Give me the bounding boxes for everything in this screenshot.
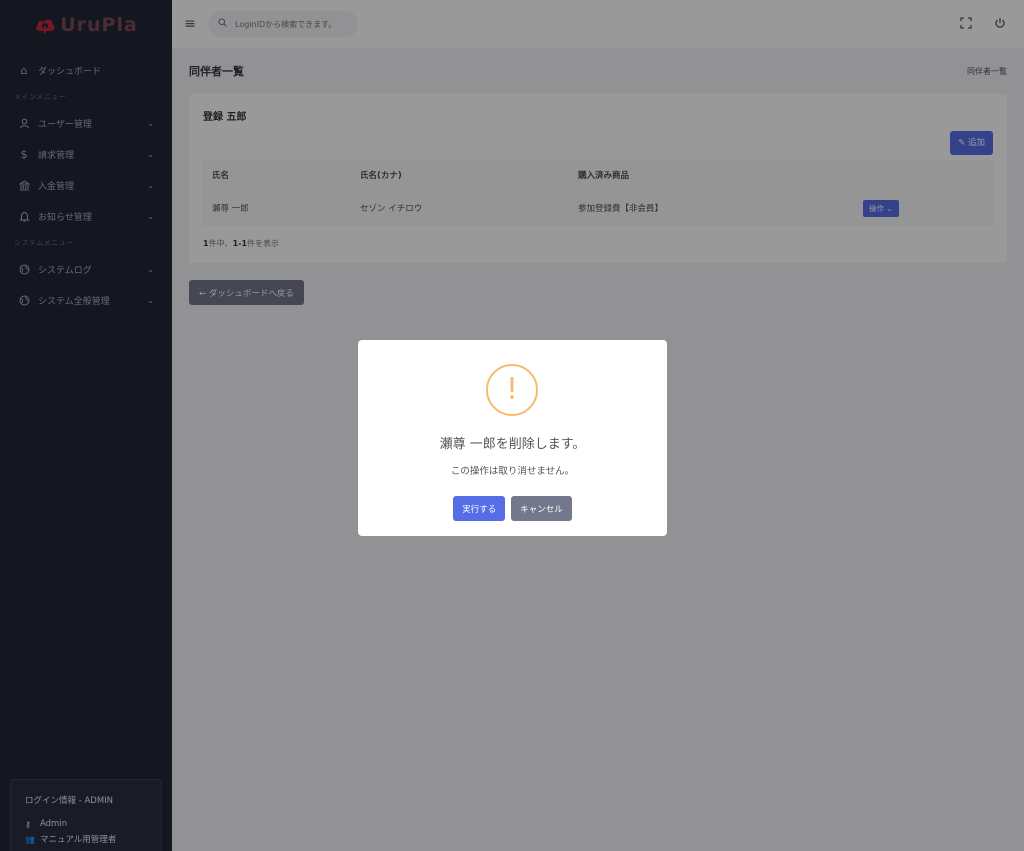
warning-icon: !	[486, 364, 538, 416]
confirm-button[interactable]: 実行する	[453, 496, 506, 521]
dialog-message: この操作は取り消せません。	[450, 466, 575, 477]
dialog-title: 瀬尊 一郎を削除します。	[439, 437, 586, 452]
cancel-button[interactable]: キャンセル	[511, 496, 572, 521]
delete-confirm-dialog: ! 瀬尊 一郎を削除します。 この操作は取り消せません。 実行する キャンセル	[358, 340, 667, 536]
dialog-buttons: 実行する キャンセル	[358, 496, 667, 521]
